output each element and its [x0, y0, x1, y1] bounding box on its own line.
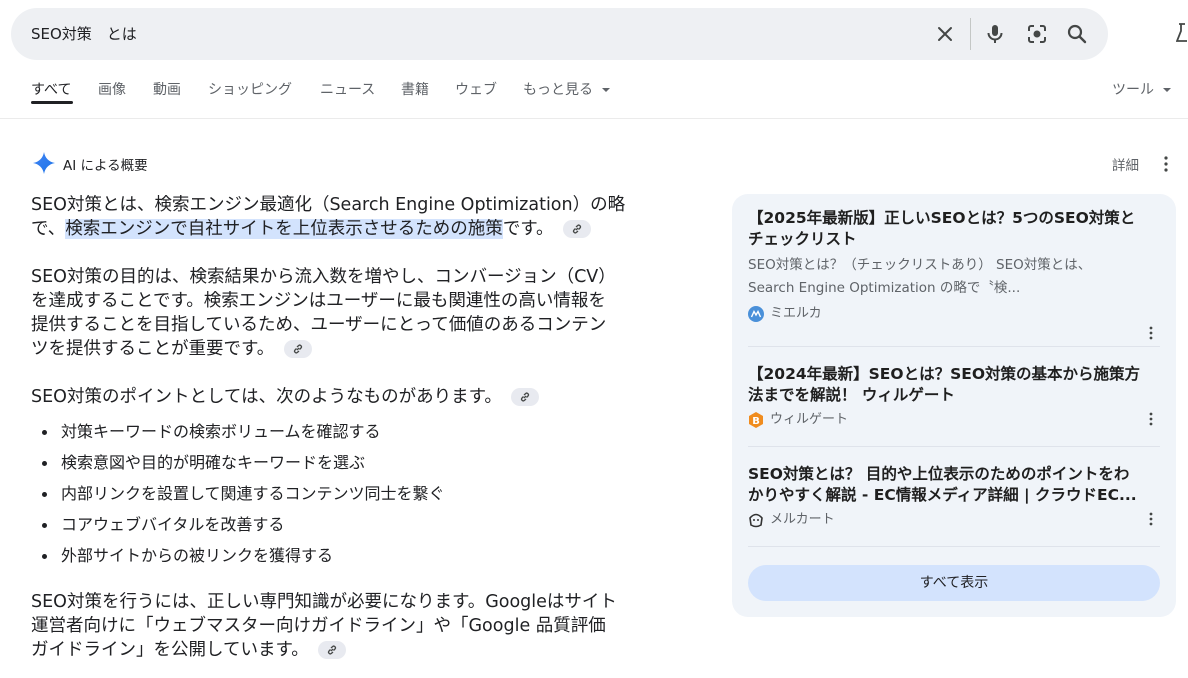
source-site: B ウィルゲート	[748, 410, 1160, 430]
highlighted-definition: 検索エンジンで自社サイトを上位表示させるための施策	[65, 219, 503, 239]
paragraph-text: SEO対策のポイントとしては、次のようなものがあります。	[31, 387, 502, 407]
mercart-favicon-icon	[749, 513, 763, 528]
details-link[interactable]: 詳細	[1112, 154, 1139, 174]
more-options-icon[interactable]	[1146, 324, 1156, 342]
tools-button[interactable]: ツール	[1112, 79, 1172, 99]
divider	[748, 346, 1160, 347]
citation-link-button[interactable]	[563, 220, 592, 238]
source-title[interactable]: SEO対策とは？ 目的や上位表示のためのポイントをわ かりやすく解説 - EC情…	[748, 464, 1160, 506]
source-card[interactable]: SEO対策とは？ 目的や上位表示のためのポイントをわ かりやすく解説 - EC情…	[748, 464, 1160, 530]
header-divider	[0, 118, 1188, 119]
paragraph-text: ガイドライン」を公開しています。	[31, 640, 309, 660]
paragraph-line: で、検索エンジンで自社サイトを上位表示させるための施策です。	[31, 217, 625, 241]
source-title-line: SEO対策とは？ 目的や上位表示のためのポイントをわ	[748, 465, 1130, 483]
link-icon	[521, 392, 530, 402]
tab-shopping[interactable]: ショッピング	[208, 79, 292, 99]
paragraph-line: ガイドライン」を公開しています。	[31, 638, 617, 662]
caret-down-icon	[602, 88, 611, 92]
site-name: ウィルゲート	[770, 412, 849, 427]
source-card[interactable]: 【2025年最新版】正しいSEOとは？5つのSEO対策と チェックリスト SEO…	[748, 208, 1160, 340]
svg-text:B: B	[752, 416, 760, 427]
search-icon[interactable]	[1065, 22, 1089, 46]
tab-news[interactable]: ニュース	[320, 79, 375, 99]
site-name: メルカート	[770, 512, 835, 527]
close-icon[interactable]	[933, 22, 957, 46]
paragraph-text: です。	[502, 219, 554, 239]
paragraph-line: 運営者向けに「ウェブマスター向けガイドライン」や「Google 品質評価	[31, 616, 606, 636]
search-bar[interactable]: SEO対策 とは	[11, 8, 1108, 60]
overview-paragraph-2: SEO対策の目的は、検索結果から流入数を増やし、コンバージョン（CV） を達成す…	[31, 265, 616, 361]
lens-icon[interactable]	[1025, 22, 1049, 46]
source-title-line: チェックリスト	[748, 230, 857, 248]
citation-link-button[interactable]	[511, 388, 540, 406]
paragraph-line: ツを提供することが重要です。	[31, 337, 616, 361]
more-options-icon[interactable]	[1146, 510, 1156, 528]
citation-link-button[interactable]	[318, 641, 347, 659]
source-title-line: 【2024年最新】SEOとは？SEO対策の基本から施策方	[748, 365, 1140, 383]
paragraph-line: 提供することを目指しているため、ユーザーにとって価値のあるコンテン	[31, 315, 607, 335]
more-options-icon[interactable]	[1160, 154, 1172, 174]
paragraph-text: ツを提供することが重要です。	[31, 339, 275, 359]
caret-down-icon	[1163, 88, 1172, 92]
tab-books[interactable]: 書籍	[401, 79, 429, 99]
more-options-icon[interactable]	[1146, 410, 1156, 428]
search-input[interactable]: SEO対策 とは	[31, 8, 137, 60]
paragraph-line: SEO対策とは、検索エンジン最適化（Search Engine Optimiza…	[31, 195, 626, 215]
snippet-line: SEO対策とは？（チェックリストあり） SEO対策とは、	[748, 257, 1092, 273]
paragraph-text: で、	[31, 219, 66, 239]
tools-label: ツール	[1112, 82, 1154, 98]
link-icon	[293, 344, 302, 354]
ai-overview-label: AI による概要	[63, 158, 148, 174]
overview-paragraph-3: SEO対策のポイントとしては、次のようなものがあります。	[31, 385, 540, 409]
overview-paragraph-1: SEO対策とは、検索エンジン最適化（Search Engine Optimiza…	[31, 193, 625, 241]
sources-panel: 【2025年最新版】正しいSEOとは？5つのSEO対策と チェックリスト SEO…	[732, 194, 1176, 617]
source-title-line: かりやすく解説 - EC情報メディア詳細 | クラウドEC...	[748, 486, 1137, 504]
source-title-line: 法までを解説！ ウィルゲート	[748, 386, 955, 404]
show-all-button[interactable]: すべて表示	[748, 565, 1160, 601]
tab-images[interactable]: 画像	[98, 79, 126, 99]
list-item: 対策キーワードの検索ボリュームを確認する	[31, 421, 445, 452]
active-tab-underline	[31, 101, 73, 104]
source-title-line: 【2025年最新版】正しいSEOとは？5つのSEO対策と	[748, 209, 1136, 227]
source-card[interactable]: 【2024年最新】SEOとは？SEO対策の基本から施策方 法までを解説！ ウィル…	[748, 364, 1160, 430]
source-site: ミエルカ	[748, 304, 1160, 324]
list-item: コアウェブバイタルを改善する	[31, 514, 445, 545]
tab-more[interactable]: もっと見る	[523, 79, 611, 99]
points-list: 対策キーワードの検索ボリュームを確認する 検索意図や目的が明確なキーワードを選ぶ…	[31, 421, 445, 576]
divider	[970, 18, 971, 50]
link-icon	[573, 224, 582, 234]
source-title[interactable]: 【2025年最新版】正しいSEOとは？5つのSEO対策と チェックリスト	[748, 208, 1160, 250]
list-item: 外部サイトからの被リンクを獲得する	[31, 545, 445, 576]
mieruca-favicon-icon	[748, 306, 764, 322]
willgate-favicon-icon: B	[749, 412, 763, 428]
source-title[interactable]: 【2024年最新】SEOとは？SEO対策の基本から施策方 法までを解説！ ウィル…	[748, 364, 1160, 406]
link-icon	[328, 645, 337, 655]
paragraph-line: SEO対策の目的は、検索結果から流入数を増やし、コンバージョン（CV）	[31, 267, 616, 287]
paragraph-line: SEO対策を行うには、正しい専門知識が必要になります。Googleはサイト	[31, 592, 617, 612]
citation-link-button[interactable]	[283, 340, 312, 358]
site-name: ミエルカ	[770, 306, 822, 321]
list-item: 内部リンクを設置して関連するコンテンツ同士を繋ぐ	[31, 483, 445, 514]
source-site: メルカート	[748, 510, 1160, 530]
divider	[748, 446, 1160, 447]
overview-paragraph-4: SEO対策を行うには、正しい専門知識が必要になります。Googleはサイト 運営…	[31, 590, 617, 662]
tab-all[interactable]: すべて	[31, 79, 71, 99]
gemini-sparkle-icon	[33, 152, 55, 174]
list-item: 検索意図や目的が明確なキーワードを選ぶ	[31, 452, 445, 483]
tab-more-label: もっと見る	[523, 82, 593, 98]
flask-icon[interactable]	[1176, 22, 1188, 44]
source-snippet: SEO対策とは？（チェックリストあり） SEO対策とは、 Search Engi…	[748, 254, 1160, 300]
mic-icon[interactable]	[983, 22, 1007, 46]
divider	[748, 546, 1160, 547]
snippet-line: Search Engine Optimization の略で〝検...	[748, 280, 1021, 296]
tab-videos[interactable]: 動画	[153, 79, 181, 99]
paragraph-line: を達成することです。検索エンジンはユーザーに最も関連性の高い情報を	[31, 291, 606, 311]
tab-web[interactable]: ウェブ	[455, 79, 497, 99]
